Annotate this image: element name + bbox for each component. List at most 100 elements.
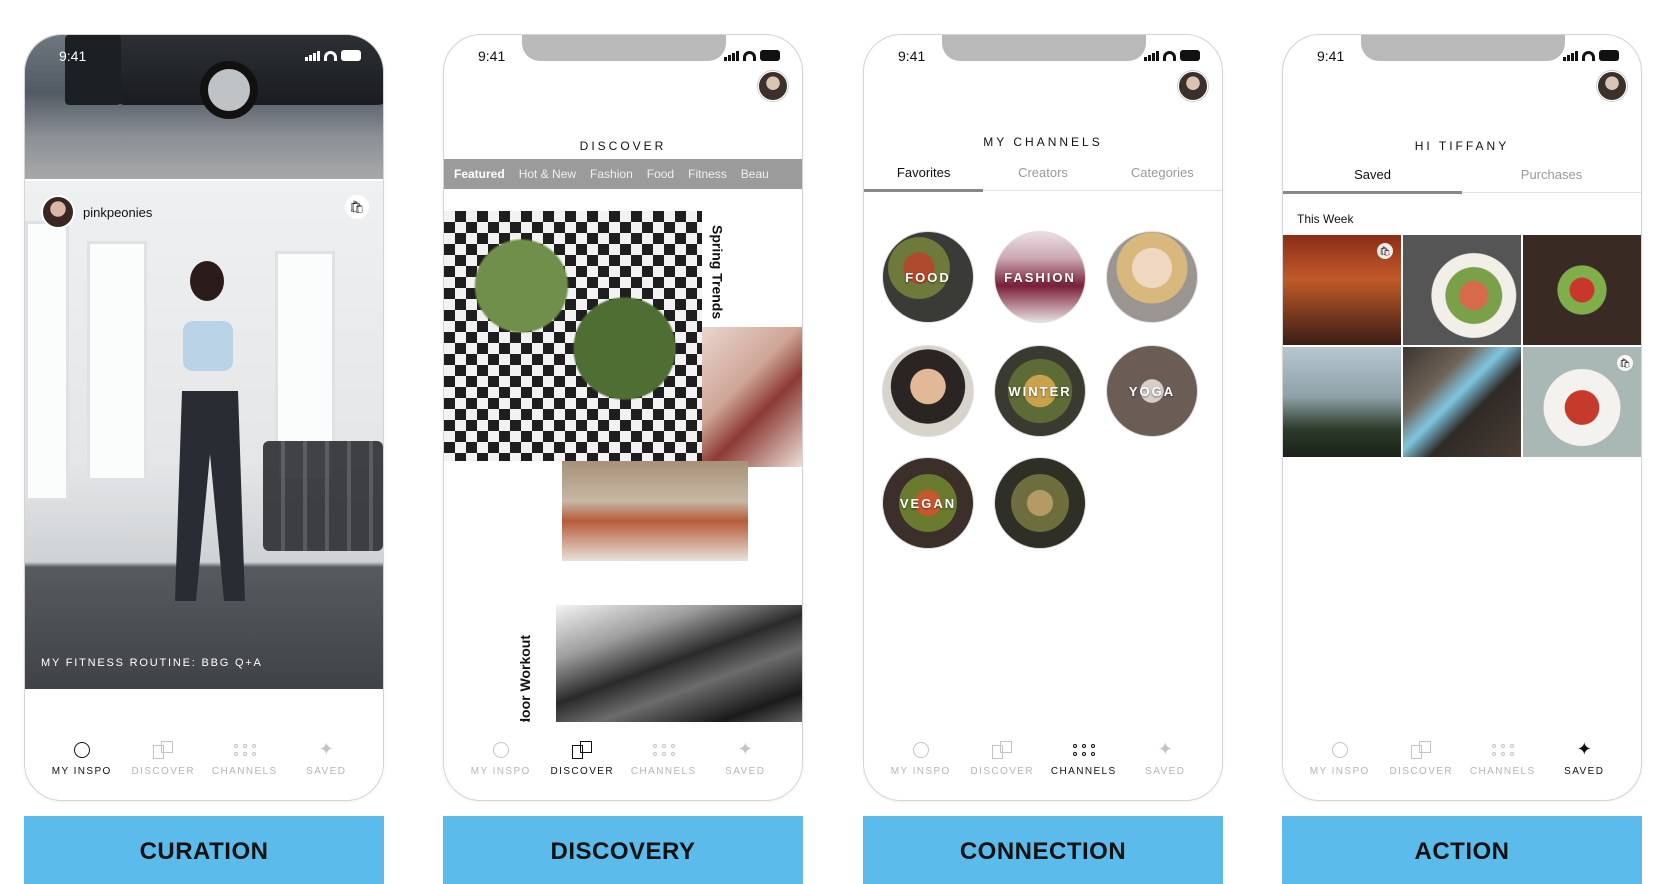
segment-purchases[interactable]: Purchases — [1462, 167, 1641, 192]
tab-my-inspo[interactable]: MY INSPO — [1304, 740, 1376, 777]
channel-label: FASHION — [1004, 269, 1076, 285]
tab-label: SAVED — [306, 765, 347, 777]
page-title: HI TIFFANY — [1414, 139, 1510, 153]
channel-label: FOOD — [905, 269, 951, 285]
segment-saved[interactable]: Saved — [1283, 167, 1462, 194]
screen-curation: 9:41 pinkpeonies 🛍 MY FITNESS ROUTINE: B… — [24, 0, 384, 884]
sparkle-icon: ✦ — [1157, 739, 1173, 759]
tab-channels[interactable]: CHANNELS — [1467, 740, 1539, 777]
segment-control: Saved Purchases — [1283, 167, 1641, 194]
tab-label: SAVED — [725, 765, 766, 777]
channel-food[interactable]: FOOD — [882, 231, 974, 323]
segment-creators[interactable]: Creators — [983, 165, 1102, 190]
segment-favorites[interactable]: Favorites — [864, 165, 984, 192]
saved-item[interactable] — [1403, 347, 1521, 457]
tab-beauty[interactable]: Beau — [741, 167, 769, 181]
tab-label: DISCOVER — [1389, 765, 1453, 777]
spring-trends-label[interactable]: Spring Trends — [710, 225, 726, 319]
segment-categories[interactable]: Categories — [1103, 165, 1222, 190]
tab-label: SAVED — [1564, 765, 1605, 777]
tab-label: MY INSPO — [890, 765, 951, 777]
channel-creator-1[interactable] — [1106, 231, 1198, 323]
phone-frame: 9:41 DISCOVER Featured Hot & New Fashion… — [443, 34, 803, 801]
tab-saved[interactable]: ✦ SAVED — [1129, 739, 1201, 777]
status-time: 9:41 — [478, 48, 506, 64]
channel-yoga[interactable]: YOGA — [1106, 345, 1198, 437]
status-time: 9:41 — [59, 48, 87, 64]
post-image[interactable]: pinkpeonies 🛍 MY FITNESS ROUTINE: BBG Q+… — [25, 181, 383, 689]
ring-icon — [1331, 741, 1348, 758]
tab-discover[interactable]: DISCOVER — [546, 740, 618, 777]
tab-channels[interactable]: CHANNELS — [1048, 740, 1120, 777]
post-author[interactable]: pinkpeonies — [41, 195, 152, 229]
status-bar: 9:41 — [25, 35, 383, 75]
channel-fashion[interactable]: FASHION — [994, 231, 1086, 323]
profile-avatar[interactable] — [1178, 71, 1208, 101]
bag-icon[interactable]: 🛍 — [1377, 243, 1393, 259]
tab-label: CHANNELS — [1050, 765, 1117, 777]
saved-item[interactable] — [1283, 347, 1401, 457]
page-title: DISCOVER — [579, 139, 667, 153]
tab-label: DISCOVER — [550, 765, 614, 777]
tab-hot-new[interactable]: Hot & New — [519, 167, 576, 181]
status-icons — [1144, 47, 1200, 61]
channel-vegan[interactable]: VEGAN — [882, 457, 974, 549]
tab-discover[interactable]: DISCOVER — [1385, 740, 1457, 777]
post-caption: MY FITNESS ROUTINE: BBG Q+A — [41, 657, 263, 669]
garden-image[interactable] — [444, 211, 702, 461]
screen-connection: 9:41 MY CHANNELS Favorites Creators Cate… — [863, 0, 1223, 884]
tab-saved[interactable]: ✦ SAVED — [1548, 739, 1620, 777]
dots-icon — [1491, 743, 1514, 756]
section-heading: This Week — [1297, 212, 1354, 226]
mountain-image[interactable] — [556, 605, 802, 735]
tab-label: SAVED — [1145, 765, 1186, 777]
beauty-image[interactable] — [702, 327, 802, 467]
banner-label: CONNECTION — [863, 816, 1223, 884]
status-time: 9:41 — [1317, 48, 1345, 64]
tab-discover[interactable]: DISCOVER — [966, 740, 1038, 777]
tab-fashion[interactable]: Fashion — [590, 167, 633, 181]
saved-item[interactable]: 🛍 — [1523, 347, 1641, 457]
segment-control: Favorites Creators Categories — [864, 165, 1222, 192]
screen-discovery: 9:41 DISCOVER Featured Hot & New Fashion… — [443, 0, 803, 884]
squares-icon — [572, 740, 593, 759]
saved-item[interactable] — [1403, 235, 1521, 345]
tab-saved[interactable]: ✦ SAVED — [709, 739, 781, 777]
profile-avatar[interactable] — [1597, 71, 1627, 101]
bag-icon[interactable]: 🛍 — [345, 195, 369, 219]
saved-item[interactable]: 🛍 — [1283, 235, 1401, 345]
tab-label: CHANNELS — [211, 765, 278, 777]
username: pinkpeonies — [83, 204, 153, 220]
bag-icon[interactable]: 🛍 — [1617, 355, 1633, 371]
tab-label: CHANNELS — [630, 765, 697, 777]
saved-item[interactable] — [1523, 235, 1641, 345]
tab-fitness[interactable]: Fitness — [688, 167, 727, 181]
channel-winter[interactable]: WINTER — [994, 345, 1086, 437]
channel-label: WINTER — [1008, 383, 1072, 399]
tab-food[interactable]: Food — [647, 167, 674, 181]
squares-icon — [992, 740, 1013, 759]
squares-icon — [153, 740, 174, 759]
tab-channels[interactable]: CHANNELS — [209, 740, 281, 777]
tab-my-inspo[interactable]: MY INSPO — [885, 740, 957, 777]
tab-featured[interactable]: Featured — [454, 167, 505, 181]
tab-channels[interactable]: CHANNELS — [628, 740, 700, 777]
interior-image[interactable] — [562, 461, 748, 561]
tab-discover[interactable]: DISCOVER — [127, 740, 199, 777]
channel-fitness[interactable] — [994, 457, 1086, 549]
category-tabs: Featured Hot & New Fashion Food Fitness … — [444, 159, 802, 189]
tab-label: DISCOVER — [131, 765, 195, 777]
profile-avatar[interactable] — [758, 71, 788, 101]
tab-saved[interactable]: ✦ SAVED — [290, 739, 362, 777]
tab-my-inspo[interactable]: MY INSPO — [46, 740, 118, 777]
screen-action: 9:41 HI TIFFANY Saved Purchases This Wee… — [1282, 0, 1642, 884]
dots-icon — [1072, 743, 1095, 756]
ring-icon — [492, 741, 509, 758]
tab-bar: MY INSPO DISCOVER CHANNELS ✦ SAVED — [25, 722, 383, 800]
channel-creator-2[interactable] — [882, 345, 974, 437]
tab-my-inspo[interactable]: MY INSPO — [465, 740, 537, 777]
ring-icon — [912, 741, 929, 758]
phone-frame: 9:41 pinkpeonies 🛍 MY FITNESS ROUTINE: B… — [24, 34, 384, 801]
status-icons — [724, 47, 780, 61]
tab-label: MY INSPO — [1309, 765, 1370, 777]
